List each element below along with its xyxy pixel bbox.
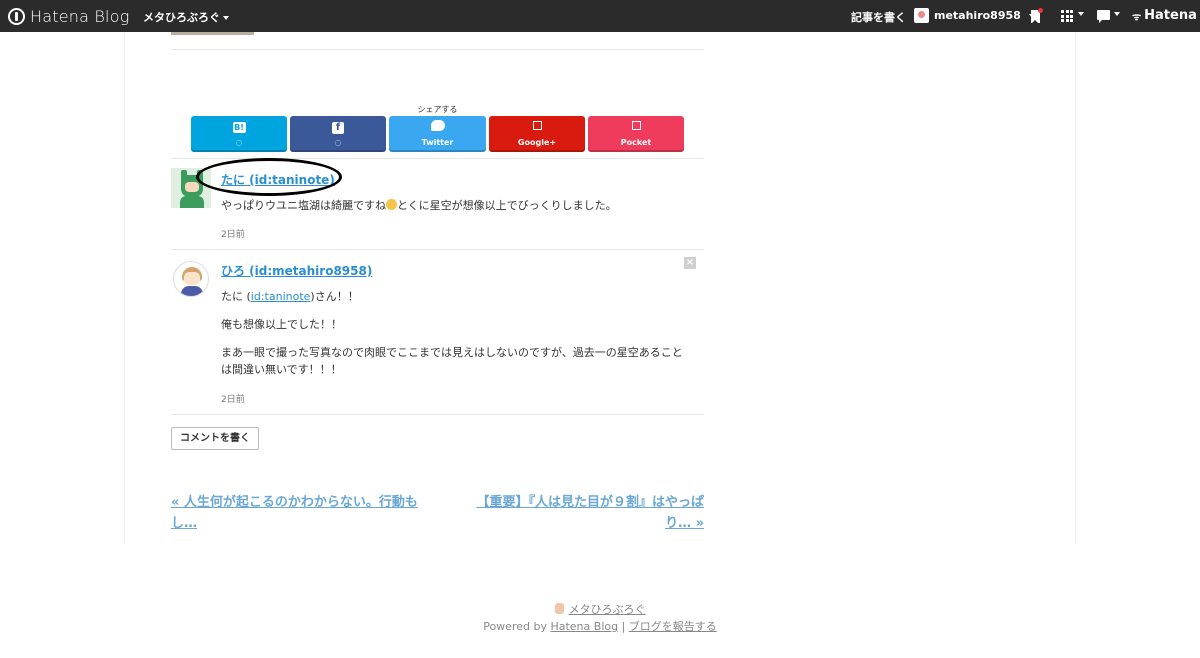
comment-line: は間違い無いです！！！ xyxy=(221,363,342,376)
comment-icon[interactable] xyxy=(1097,10,1110,23)
chevron-down-icon xyxy=(1114,12,1120,16)
comment-timestamp[interactable]: 2日前 xyxy=(221,227,245,240)
divider xyxy=(171,49,704,50)
hatena-blog-logo[interactable]: Hatena Blog xyxy=(8,6,130,26)
facebook-share-button[interactable]: f ◌ xyxy=(290,116,386,152)
pocket-icon xyxy=(631,121,641,130)
global-header: Hatena Blog メタひろぶろぐ 記事を書く metahiro8958 ᯤ… xyxy=(0,0,1200,32)
comment-mention-link[interactable]: id:taninote xyxy=(251,290,311,303)
loading-spinner-icon: ◌ xyxy=(235,138,243,147)
hatena-blog-logo-icon xyxy=(8,7,25,25)
hatena-bookmark-icon: B! xyxy=(232,122,246,133)
hatena-blog-link[interactable]: Hatena Blog xyxy=(550,620,618,633)
footer-powered: Powered by Hatena Blog | ブログを報告する xyxy=(483,620,717,633)
delete-comment-icon[interactable]: × xyxy=(684,257,696,269)
pocket-label: Pocket xyxy=(620,138,652,147)
write-comment-button[interactable]: コメントを書く xyxy=(171,427,259,450)
twitter-bird-icon xyxy=(430,120,445,131)
prev-article-link[interactable]: « 人生何が起こるのかわからない。行動もし… xyxy=(171,492,421,534)
hatena-wifi-icon: ᯤ xyxy=(1132,11,1142,23)
logo-text: Hatena Blog xyxy=(30,6,130,26)
commenter-avatar[interactable] xyxy=(173,261,209,297)
avatar xyxy=(914,8,929,23)
article-image-remnant xyxy=(171,32,254,35)
smiling-face-emoji-icon xyxy=(386,199,397,210)
facebook-icon: f xyxy=(332,122,344,134)
blog-menu[interactable]: メタひろぶろぐ xyxy=(143,9,229,25)
hatena-bookmark-share-button[interactable]: B! ◌ xyxy=(191,116,287,152)
username: metahiro8958 xyxy=(934,9,1021,22)
apps-grid-icon[interactable] xyxy=(1061,10,1073,22)
chevron-down-icon xyxy=(1078,12,1084,16)
twitter-label: Twitter xyxy=(421,138,454,147)
highlight-circle-annotation xyxy=(196,158,342,196)
blog-avatar-icon xyxy=(554,603,564,614)
share-title: シェアする xyxy=(417,105,458,114)
user-menu[interactable]: metahiro8958 xyxy=(914,8,1035,23)
footer-blog-link[interactable]: メタひろぶろぐ xyxy=(0,601,1200,617)
comment-author-link[interactable]: ひろ (id:metahiro8958) xyxy=(221,262,372,279)
comment-line: 俺も想像以上でした！！ xyxy=(221,318,342,331)
notification-dot xyxy=(1038,8,1043,13)
next-article-link[interactable]: 【重要】『人は見た目が９割』はやっぱり… » xyxy=(454,492,704,534)
hatena-label: Hatena xyxy=(1144,8,1197,23)
comment-timestamp[interactable]: 2日前 xyxy=(221,392,245,405)
comment-line: たに (id:taninote)さん！！ xyxy=(221,290,359,303)
write-article-link[interactable]: 記事を書く xyxy=(851,9,906,25)
content-border-left xyxy=(124,32,125,544)
pocket-share-button[interactable]: Pocket xyxy=(588,116,684,152)
content-border-right xyxy=(1075,32,1076,544)
chevron-down-icon xyxy=(223,16,229,20)
divider xyxy=(171,249,704,250)
comment-text: やっぱりウユニ塩湖は綺麗ですね とくに星空が想像以上でびっくりしました。 xyxy=(221,199,617,212)
googleplus-label: Google+ xyxy=(517,138,557,147)
divider xyxy=(171,414,704,415)
loading-spinner-icon: ◌ xyxy=(334,138,342,147)
twitter-share-button[interactable]: Twitter xyxy=(389,116,486,152)
blog-name: メタひろぶろぐ xyxy=(143,11,220,24)
googleplus-icon xyxy=(532,121,542,130)
report-blog-link[interactable]: ブログを報告する xyxy=(629,620,717,633)
hatena-link[interactable]: ᯤ Hatena xyxy=(1132,8,1197,23)
googleplus-share-button[interactable]: Google+ xyxy=(489,116,585,152)
